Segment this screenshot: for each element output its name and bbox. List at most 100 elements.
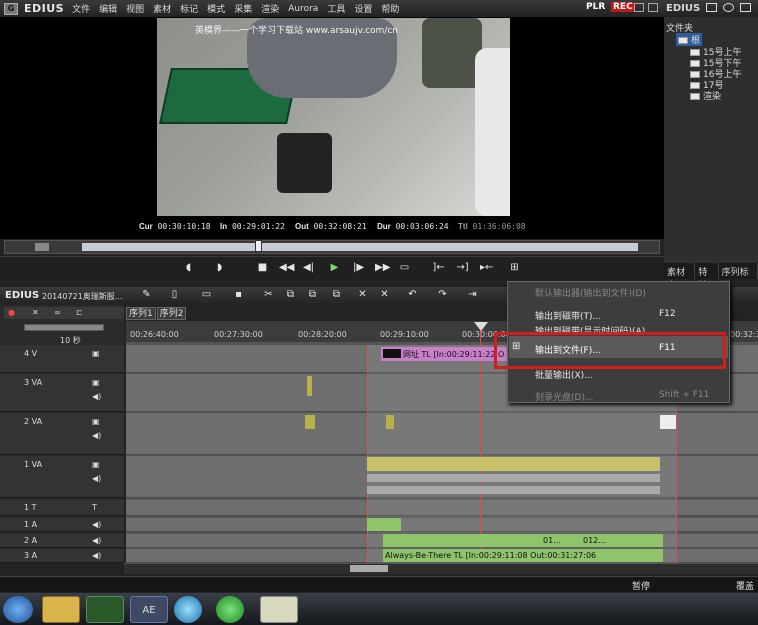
track-header-va2[interactable]: 2 VA ▣ ◀)	[0, 413, 124, 455]
edius-icon[interactable]	[86, 596, 124, 623]
audio-clip[interactable]	[383, 518, 401, 531]
timeline-scrollbar[interactable]	[124, 563, 758, 574]
track-header-v4[interactable]: 4 V ▣	[0, 345, 124, 373]
menu-render[interactable]: 渲染	[261, 2, 279, 15]
undo-icon[interactable]: ↶	[406, 289, 419, 301]
bin-folder-item[interactable]: 渲染	[690, 89, 721, 102]
playhead-marker[interactable]	[255, 240, 262, 252]
play-icon[interactable]: ▶	[328, 262, 341, 274]
export-icon[interactable]: ⊞	[508, 262, 521, 274]
main-video-clip[interactable]	[367, 457, 660, 471]
save-icon[interactable]: ▪	[232, 289, 245, 301]
monitor-icon[interactable]: ▣	[92, 460, 100, 469]
plr-indicator[interactable]: PLR	[586, 2, 605, 12]
menu-tools[interactable]: 工具	[327, 2, 345, 15]
menu-item-batch-export[interactable]: 批量输出(X)...	[535, 368, 593, 381]
step-back-icon[interactable]: ◀|	[302, 262, 315, 274]
search-icon[interactable]	[723, 3, 734, 12]
fast-forward-icon[interactable]: ▶▶	[375, 262, 390, 274]
monitor-icon[interactable]: ▣	[92, 349, 100, 358]
tab-effects[interactable]: 特效	[695, 263, 719, 291]
after-effects-icon[interactable]: AE	[130, 596, 168, 623]
menu-view[interactable]: 视图	[126, 2, 144, 15]
track-header-a3[interactable]: 3 A ◀)	[0, 549, 124, 563]
tab-sequence-markers[interactable]: 序列标记	[719, 263, 758, 291]
menu-item-default-exporter[interactable]: 默认输出器(输出到文件)(D)	[535, 286, 646, 299]
title-icon[interactable]: T	[92, 503, 97, 512]
ripple-icon[interactable]: ⇥	[466, 289, 479, 301]
speaker-icon[interactable]: ◀)	[92, 551, 101, 560]
speaker-icon[interactable]: ◀)	[92, 520, 101, 529]
minimize-icon[interactable]	[634, 3, 644, 12]
explorer-icon[interactable]	[42, 596, 80, 623]
folder-icon[interactable]	[706, 3, 717, 12]
media-player-icon[interactable]	[174, 596, 202, 623]
menu-capture[interactable]: 采集	[234, 2, 252, 15]
monitor-icon[interactable]: ▣	[92, 378, 100, 387]
open-project-icon[interactable]: ▭	[200, 289, 213, 301]
scrollbar-thumb[interactable]	[350, 565, 388, 572]
browser-icon[interactable]	[216, 596, 244, 623]
video-clip[interactable]	[660, 415, 676, 429]
notes-icon[interactable]	[260, 596, 298, 623]
snap-icon[interactable]: ⊏	[76, 308, 83, 317]
menu-marker[interactable]: 标记	[180, 2, 198, 15]
copy-icon[interactable]: ⧉	[284, 289, 297, 301]
insert-icon[interactable]: ▸←	[480, 262, 493, 274]
menu-file[interactable]: 文件	[72, 2, 90, 15]
tab-sequence-2[interactable]: 序列2	[156, 307, 187, 320]
menu-item-burn-disc[interactable]: 刻录光盘(D)...	[535, 390, 594, 403]
redo-icon[interactable]: ↷	[436, 289, 449, 301]
audio-clip-a3[interactable]: Always-Be-There TL [In:00:29:11:08 Out:0…	[383, 549, 663, 562]
stop-icon[interactable]: ■	[256, 262, 269, 274]
bin-window-icon[interactable]	[740, 3, 751, 12]
audio-clip[interactable]	[367, 518, 383, 531]
match-out-icon[interactable]: →]	[456, 262, 469, 274]
speaker-icon[interactable]: ◀)	[92, 431, 101, 440]
loop-icon[interactable]: ▭	[398, 262, 411, 274]
set-out-icon[interactable]: ◗	[213, 262, 226, 274]
timeline-cursor-head[interactable]	[474, 322, 488, 331]
match-in-icon[interactable]: ]←	[432, 262, 445, 274]
set-in-icon[interactable]: ◖	[182, 262, 195, 274]
menu-edit[interactable]: 编辑	[99, 2, 117, 15]
menu-settings[interactable]: 设置	[354, 2, 372, 15]
mode-icon[interactable]: ✎	[140, 289, 153, 301]
step-forward-icon[interactable]: |▶	[352, 262, 365, 274]
close-icon[interactable]	[648, 3, 658, 12]
video-clip[interactable]	[305, 415, 315, 429]
video-clip[interactable]	[386, 415, 394, 429]
track-header-va3[interactable]: 3 VA ▣ ◀)	[0, 374, 124, 412]
start-button-icon[interactable]	[3, 596, 33, 623]
zoom-slider[interactable]	[24, 324, 104, 331]
tab-sequence-1[interactable]: 序列1	[126, 307, 156, 320]
replace-icon[interactable]: ⧉	[330, 289, 343, 301]
delete-icon[interactable]: ✕	[356, 289, 369, 301]
mute-icon[interactable]: ✕	[32, 308, 39, 317]
link-icon[interactable]: ∞	[54, 308, 61, 317]
menu-help[interactable]: 帮助	[381, 2, 399, 15]
track-header-a1[interactable]: 1 A ◀)	[0, 518, 124, 532]
timeline-cursor[interactable]	[480, 330, 481, 563]
speaker-icon[interactable]: ◀)	[92, 536, 101, 545]
rewind-icon[interactable]: ◀◀	[279, 262, 294, 274]
rec-indicator[interactable]: REC	[611, 2, 635, 12]
record-icon[interactable]: ●	[8, 308, 15, 317]
track-header-a2[interactable]: 2 A ◀)	[0, 534, 124, 548]
monitor-icon[interactable]: ▣	[92, 417, 100, 426]
title-clip[interactable]: 网址 TL [In:00:29:11:22 O	[381, 347, 507, 361]
paste-icon[interactable]: ⧉	[306, 289, 319, 301]
menu-aurora[interactable]: Aurora	[288, 4, 318, 14]
menu-item-export-to-tape[interactable]: 输出到磁带(T)...	[535, 309, 601, 322]
audio-clip-a2[interactable]: 01... 012...	[383, 534, 663, 547]
video-clip[interactable]	[307, 376, 312, 396]
scrubber-thumb[interactable]	[35, 243, 49, 251]
new-sequence-icon[interactable]: ▯	[168, 289, 181, 301]
ripple-delete-icon[interactable]: ✕	[378, 289, 391, 301]
speaker-icon[interactable]: ◀)	[92, 392, 101, 401]
cut-icon[interactable]: ✂	[262, 289, 275, 301]
menu-mode[interactable]: 模式	[207, 2, 225, 15]
tab-bin[interactable]: 素材库	[664, 263, 696, 291]
track-header-va1[interactable]: 1 VA ▣ ◀)	[0, 456, 124, 498]
speaker-icon[interactable]: ◀)	[92, 474, 101, 483]
